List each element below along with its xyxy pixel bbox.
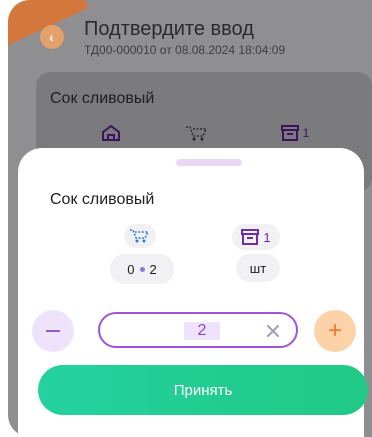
product-name: Сок сливовый [50,191,155,208]
accept-label: Принять [173,381,233,399]
quantity-input[interactable]: 2 [98,312,298,348]
cart-icon [180,120,214,146]
phone-frame: ‹ Подтвердите ввод ТД00-000010 от 08.08.… [0,0,372,437]
page-subtitle: ТД00-000010 от 08.08.2024 18:04:09 [84,43,286,57]
box-icon [241,229,260,245]
increment-button[interactable]: + [314,310,356,352]
home-icon [94,120,128,146]
page-title: Подтвердите ввод [84,18,254,40]
stock-left-value: 0 [127,261,135,277]
decrement-button[interactable] [32,310,74,352]
minus-icon [46,330,60,332]
background-box-count: 1 [302,126,310,140]
unit-label: шт [249,260,267,276]
separator-dot [139,266,145,272]
cart-chip [124,224,156,248]
sheet-handle[interactable] [176,159,242,166]
accept-button[interactable]: Принять [38,365,368,415]
background-product-name: Сок сливовый [50,90,155,107]
stock-chip: 0 2 [110,254,174,284]
cart-icon [130,229,150,243]
stock-right-value: 2 [149,261,157,277]
unit-chip: шт [236,254,280,282]
back-button[interactable]: ‹ [40,25,64,49]
quantity-value[interactable]: 2 [184,322,220,340]
confirm-sheet: Сок сливовый 0 2 1 шт 2 + Принять [18,148,368,437]
box-count: 1 [263,229,271,245]
close-icon[interactable] [266,324,280,338]
plus-icon: + [327,317,342,344]
box-icon: 1 [272,120,318,146]
chevron-left-icon: ‹ [49,29,54,45]
box-chip: 1 [232,224,280,250]
